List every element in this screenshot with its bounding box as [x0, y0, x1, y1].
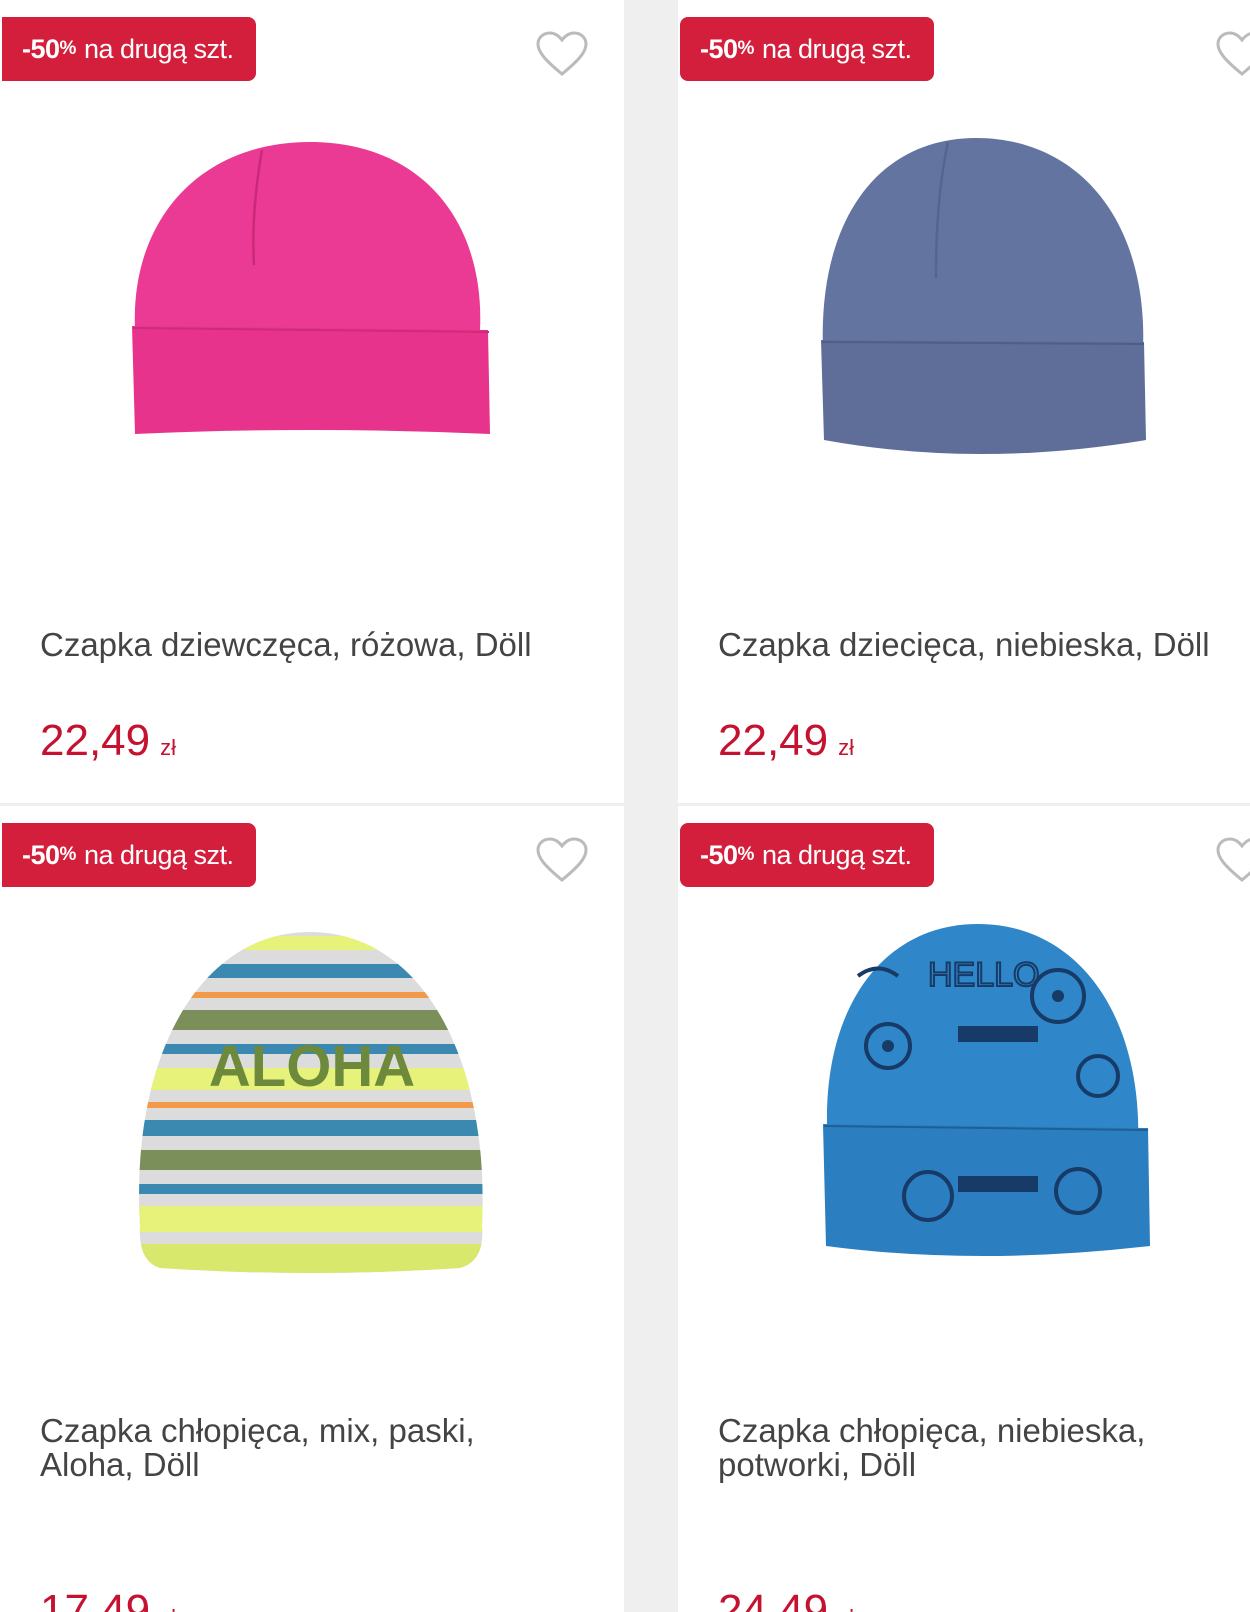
product-card[interactable]: -50% na drugą szt. Czapka dziecięca, nieb… — [678, 0, 1250, 803]
product-card[interactable]: -50% na drugą szt. ALOHA Czapka chłopięc… — [0, 806, 624, 1612]
price-value: 24,49 — [718, 1586, 829, 1612]
badge-text: na drugą szt. — [761, 839, 912, 870]
product-price: 24,49 zł — [718, 1586, 854, 1612]
badge-percent: % — [59, 38, 77, 59]
product-price: 17,49 zł — [40, 1586, 176, 1612]
pink-beanie-image[interactable] — [0, 100, 624, 580]
price-value: 22,49 — [40, 716, 151, 765]
price-currency: zł — [160, 735, 176, 760]
price-currency: zł — [160, 1605, 176, 1612]
badge-text: na drugą szt. — [83, 839, 234, 870]
product-title[interactable]: Czapka dziecięca, niebieska, Döll — [718, 628, 1238, 662]
promo-badge: -50% na drugą szt. — [680, 17, 934, 81]
price-currency: zł — [838, 1605, 854, 1612]
product-title[interactable]: Czapka dziewczęca, różowa, Döll — [40, 628, 560, 662]
promo-badge: -50% na drugą szt. — [680, 823, 934, 887]
price-value: 17,49 — [40, 1586, 151, 1612]
heart-icon[interactable] — [1215, 836, 1250, 884]
price-currency: zł — [838, 735, 854, 760]
badge-text: na drugą szt. — [83, 33, 234, 64]
hello-print: HELLO — [928, 956, 1040, 994]
badge-percent: % — [737, 38, 755, 59]
denim-blue-beanie-image[interactable] — [678, 100, 1250, 580]
promo-badge: -50% na drugą szt. — [2, 823, 256, 887]
badge-discount: -50 — [700, 839, 738, 870]
badge-text: na drugą szt. — [761, 33, 912, 64]
badge-discount: -50 — [22, 839, 60, 870]
product-card[interactable]: -50% na drugą szt. HELLO Czapka chłopięc… — [678, 806, 1250, 1612]
aloha-print: ALOHA — [209, 1034, 415, 1099]
product-card[interactable]: -50% na drugą szt. Czapka dziewczęca, róż… — [0, 0, 624, 803]
badge-percent: % — [59, 844, 77, 865]
striped-aloha-beanie-image[interactable]: ALOHA — [0, 906, 624, 1386]
product-title[interactable]: Czapka chłopięca, niebieska, potworki, D… — [718, 1414, 1238, 1482]
product-price: 22,49 zł — [718, 716, 854, 773]
badge-percent: % — [737, 844, 755, 865]
badge-discount: -50 — [700, 33, 738, 64]
heart-icon[interactable] — [535, 30, 589, 78]
product-grid: -50% na drugą szt. Czapka dziewczęca, róż… — [0, 0, 1250, 1612]
price-value: 22,49 — [718, 716, 829, 765]
product-title[interactable]: Czapka chłopięca, mix, paski, Aloha, Döl… — [40, 1414, 560, 1482]
product-price: 22,49 zł — [40, 716, 176, 773]
heart-icon[interactable] — [535, 836, 589, 884]
badge-discount: -50 — [22, 33, 60, 64]
promo-badge: -50% na drugą szt. — [2, 17, 256, 81]
heart-icon[interactable] — [1215, 30, 1250, 78]
blue-monster-beanie-image[interactable]: HELLO — [678, 906, 1250, 1386]
